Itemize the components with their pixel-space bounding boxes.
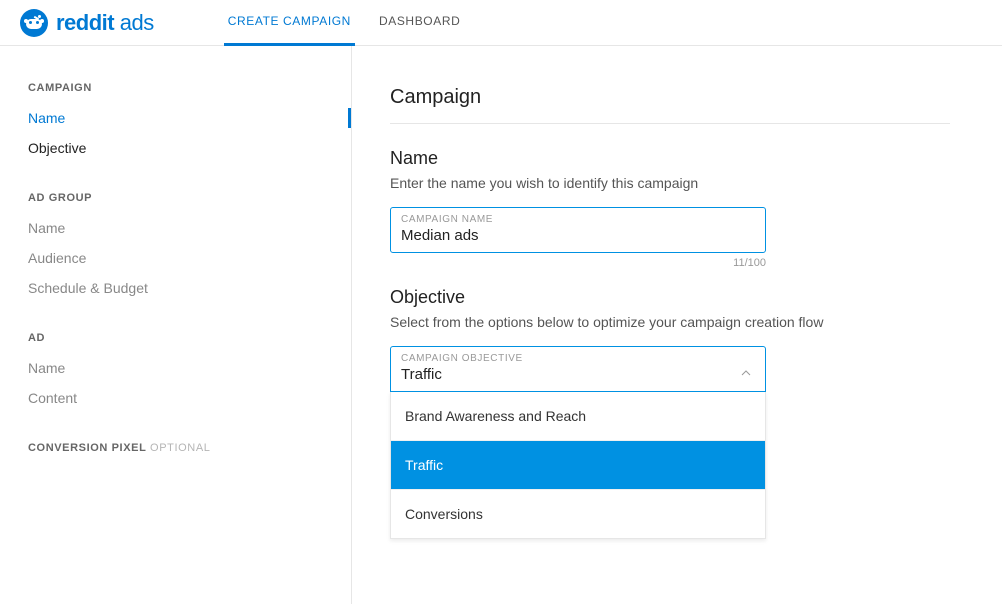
chevron-up-icon [741, 363, 751, 373]
sidebar-item-adgroup-schedule[interactable]: Schedule & Budget [28, 280, 351, 296]
campaign-objective-dropdown: Brand Awareness and Reach Traffic Conver… [390, 392, 766, 539]
sidebar-item-adgroup-name[interactable]: Name [28, 220, 351, 236]
campaign-objective-label: CAMPAIGN OBJECTIVE [401, 353, 755, 364]
objective-option-traffic[interactable]: Traffic [391, 440, 765, 489]
name-section-heading: Name [390, 148, 1002, 169]
sidebar-item-campaign-objective[interactable]: Objective [28, 140, 351, 156]
logo-text: reddit ads [56, 10, 154, 36]
sidebar-item-ad-name[interactable]: Name [28, 360, 351, 376]
top-nav: CREATE CAMPAIGN DASHBOARD [224, 0, 485, 46]
campaign-objective-value: Traffic [401, 366, 755, 383]
reddit-logo-icon [20, 9, 48, 37]
campaign-name-field[interactable]: CAMPAIGN NAME [390, 207, 766, 253]
page-title: Campaign [390, 86, 950, 124]
sidebar-group-adgroup: AD GROUP Name Audience Schedule & Budget [28, 192, 351, 296]
campaign-name-label: CAMPAIGN NAME [401, 214, 755, 225]
campaign-name-input[interactable] [401, 227, 755, 244]
sidebar: CAMPAIGN Name Objective AD GROUP Name Au… [0, 46, 352, 604]
name-section-desc: Enter the name you wish to identify this… [390, 175, 1002, 191]
tab-dashboard[interactable]: DASHBOARD [375, 0, 464, 46]
campaign-objective-select[interactable]: CAMPAIGN OBJECTIVE Traffic [390, 346, 766, 392]
objective-option-conversions[interactable]: Conversions [391, 489, 765, 538]
objective-section-desc: Select from the options below to optimiz… [390, 314, 1002, 330]
sidebar-title-campaign: CAMPAIGN [28, 82, 351, 94]
sidebar-title-adgroup: AD GROUP [28, 192, 351, 204]
sidebar-title-ad: AD [28, 332, 351, 344]
sidebar-group-campaign: CAMPAIGN Name Objective [28, 82, 351, 156]
header: reddit ads CREATE CAMPAIGN DASHBOARD [0, 0, 1002, 46]
objective-option-brand-awareness[interactable]: Brand Awareness and Reach [391, 392, 765, 440]
sidebar-group-ad: AD Name Content [28, 332, 351, 406]
main-content: Campaign Name Enter the name you wish to… [352, 46, 1002, 604]
objective-section-heading: Objective [390, 287, 1002, 308]
sidebar-item-ad-content[interactable]: Content [28, 390, 351, 406]
logo[interactable]: reddit ads [20, 9, 154, 37]
tab-create-campaign[interactable]: CREATE CAMPAIGN [224, 0, 355, 46]
campaign-name-counter: 11/100 [390, 257, 766, 269]
sidebar-item-campaign-name[interactable]: Name [28, 110, 351, 126]
sidebar-item-adgroup-audience[interactable]: Audience [28, 250, 351, 266]
sidebar-group-pixel: CONVERSION PIXEL OPTIONAL [28, 442, 351, 454]
sidebar-title-pixel[interactable]: CONVERSION PIXEL OPTIONAL [28, 442, 351, 454]
